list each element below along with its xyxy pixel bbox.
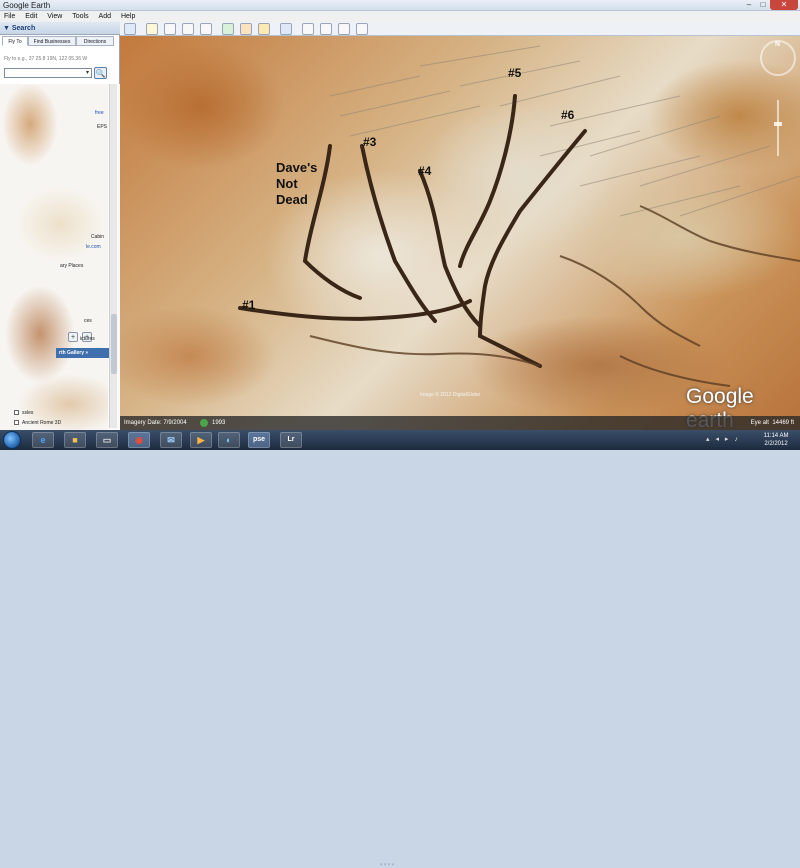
window-title: Google Earth	[3, 1, 51, 10]
sunlight-icon[interactable]	[258, 23, 270, 35]
fly-to-hint: Fly to e.g., 37 25.8 19N, 122 05.36 W	[4, 56, 88, 62]
record-tour-icon[interactable]	[222, 23, 234, 35]
label-canyon-6: #6	[561, 108, 575, 122]
layer-row[interactable]: ssles	[14, 410, 33, 417]
panel-fragment-free[interactable]: free	[95, 110, 104, 117]
ie-icon[interactable]: e	[32, 432, 54, 448]
menu-file[interactable]: File	[4, 11, 15, 22]
taskbar-hint: ▾ ▾ ▾ ▾	[380, 862, 395, 868]
placemark-icon[interactable]	[146, 23, 158, 35]
lr-label: Lr	[287, 436, 295, 443]
earth-map-view[interactable]: #1 #3 #4 #5 #6 Dave's Not Dead N Image ©…	[120, 36, 800, 430]
panel-fragment-ces: ces	[84, 318, 92, 324]
eye-alt-label: Eye alt	[750, 420, 769, 426]
sidebar-icon[interactable]	[124, 23, 136, 35]
clock[interactable]: 11:14 AM 2/2/2012	[756, 432, 796, 448]
panel-fragment-pictures: ictures	[80, 336, 95, 342]
earth-gallery-button[interactable]: rth Gallery »	[56, 348, 116, 358]
panel-scrollbar[interactable]	[109, 84, 117, 428]
clock-date: 2/2/2012	[764, 441, 788, 447]
maximize-button[interactable]: □	[756, 0, 770, 10]
chrome-icon[interactable]: ◉	[128, 432, 150, 448]
menu-bar: File Edit View Tools Add Help	[0, 11, 800, 22]
historical-clock-icon[interactable]	[200, 419, 208, 427]
ruler-icon[interactable]	[302, 23, 314, 35]
zoom-slider[interactable]	[773, 98, 783, 158]
zoom-slider-icon	[774, 100, 782, 156]
canyon-terrain	[238, 45, 800, 387]
tab-fly-to[interactable]: Fly To	[2, 36, 28, 46]
pse-label: pse	[252, 436, 266, 443]
start-button[interactable]	[3, 431, 21, 449]
windows-taskbar: e ■ ▭ ◉ ✉ ▶ ◐ pse Lr ▾ ▾ ▾ ▾ ▴ ◂ ▸ ♪ 11:…	[0, 430, 800, 868]
system-tray-icons[interactable]: ▴ ◂ ▸ ♪	[706, 435, 740, 443]
search-tabs: Fly To Find Businesses Directions	[0, 36, 120, 46]
outlook-icon[interactable]: ✉	[160, 432, 182, 448]
status-bar: Imagery Date: 7/9/2004 1993 Eye alt 1446…	[120, 416, 800, 430]
checkbox[interactable]	[14, 410, 19, 415]
imagery-date: Imagery Date: 7/9/2004	[124, 420, 187, 426]
lr-icon[interactable]: Lr	[280, 432, 302, 448]
close-button[interactable]: ✕	[770, 0, 798, 10]
historical-imagery-icon[interactable]	[240, 23, 252, 35]
nav-add-button[interactable]: +	[68, 332, 78, 342]
panel-fragment-places: ary Places	[60, 263, 84, 269]
layer-row-ancient-rome[interactable]: Ancient Rome 3D	[14, 420, 61, 427]
imagery-copyright: Image © 2012 DigitalGlobe	[420, 392, 481, 398]
label-canyon-1: #1	[242, 298, 256, 312]
menu-help[interactable]: Help	[121, 11, 135, 22]
menu-tools[interactable]: Tools	[72, 11, 88, 22]
search-go-button[interactable]: 🔍	[94, 67, 107, 79]
scrollbar-thumb[interactable]	[111, 314, 117, 374]
print-icon[interactable]	[338, 23, 350, 35]
clock-time: 11:14 AM	[763, 433, 789, 439]
checkbox[interactable]	[14, 420, 19, 425]
search-header[interactable]: ▼ Search	[0, 22, 120, 35]
toolbar	[120, 22, 800, 36]
eye-alt-value: 14469 ft	[772, 420, 794, 426]
pse-icon[interactable]: pse	[248, 432, 270, 448]
label-canyon-5: #5	[508, 66, 522, 80]
panel-fragment-link[interactable]: le.com	[86, 244, 101, 251]
minimize-button[interactable]: –	[742, 0, 756, 10]
menu-add[interactable]: Add	[99, 11, 111, 22]
label-canyon-3: #3	[363, 135, 377, 149]
panel-fragment-eps: EPS	[97, 124, 108, 130]
layer-label: ssles	[22, 410, 34, 416]
save-image-icon[interactable]	[356, 23, 368, 35]
eye-altitude: Eye alt 14469 ft	[751, 416, 794, 430]
path-icon[interactable]	[182, 23, 194, 35]
polygon-icon[interactable]	[164, 23, 176, 35]
panel-map-reflection	[0, 84, 108, 430]
sidebar-panel: ▼ Search Fly To Find Businesses Directio…	[0, 22, 120, 430]
label-daves-line-1: Dave's	[276, 160, 318, 175]
imagery-year: 1993	[212, 420, 226, 426]
title-bar: Google Earth – □ ✕	[0, 0, 800, 11]
tab-find-businesses[interactable]: Find Businesses	[28, 36, 76, 46]
fly-to-dropdown-icon[interactable]: ▾	[84, 69, 91, 77]
fly-to-input[interactable]	[4, 68, 92, 78]
media-icon[interactable]: ▶	[190, 432, 212, 448]
panel-fragment-cabin: Cabin	[91, 234, 105, 240]
layer-label-ancient-rome: Ancient Rome 3D	[22, 420, 62, 426]
image-overlay-icon[interactable]	[200, 23, 212, 35]
google-earth-icon[interactable]: ◐	[218, 432, 240, 448]
places-panel: free EPS Cabin le.com ary Places + + rth…	[0, 84, 120, 430]
menu-edit[interactable]: Edit	[25, 11, 37, 22]
compass-north: N	[775, 41, 781, 48]
navigation-compass[interactable]: N	[760, 40, 796, 76]
planets-icon[interactable]	[280, 23, 292, 35]
tab-directions[interactable]: Directions	[76, 36, 114, 46]
label-daves-line-3: Dead	[276, 192, 308, 207]
label-canyon-4: #4	[418, 164, 432, 178]
menu-view[interactable]: View	[47, 11, 62, 22]
explorer-icon[interactable]: ■	[64, 432, 86, 448]
label-daves-line-2: Not	[276, 176, 298, 191]
email-icon[interactable]	[320, 23, 332, 35]
files-icon[interactable]: ▭	[96, 432, 118, 448]
